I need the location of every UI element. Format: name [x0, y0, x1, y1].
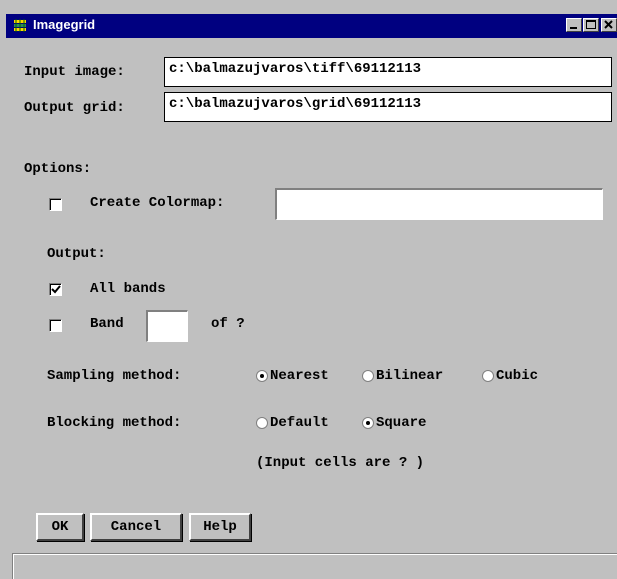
- app-icon: [14, 19, 26, 32]
- radio-square[interactable]: [362, 417, 374, 429]
- minimize-button[interactable]: [566, 18, 582, 32]
- radio-nearest[interactable]: [256, 370, 268, 382]
- maximize-button[interactable]: [583, 18, 599, 32]
- ok-button[interactable]: OK: [36, 513, 84, 541]
- create-colormap-checkbox[interactable]: [49, 198, 62, 211]
- band-label: Band: [90, 316, 124, 332]
- input-image-field[interactable]: c:\balmazujvaros\tiff\69112113: [164, 57, 612, 87]
- imagegrid-window: Imagegrid Input image: c:\balmazujvaros\…: [0, 0, 617, 579]
- output-grid-field[interactable]: c:\balmazujvaros\grid\69112113: [164, 92, 612, 122]
- band-of-label: of ?: [211, 316, 245, 332]
- cancel-button[interactable]: Cancel: [90, 513, 182, 541]
- nearest-label: Nearest: [270, 368, 329, 384]
- status-bar: [12, 553, 617, 579]
- output-grid-label: Output grid:: [24, 100, 125, 116]
- close-button[interactable]: [601, 18, 617, 32]
- square-label: Square: [376, 415, 427, 431]
- maximize-icon: [586, 20, 596, 29]
- options-heading: Options:: [24, 161, 92, 177]
- default-label: Default: [270, 415, 329, 431]
- checkmark-icon: [51, 285, 61, 294]
- radio-default[interactable]: [256, 417, 268, 429]
- cubic-label: Cubic: [496, 368, 539, 384]
- bilinear-label: Bilinear: [376, 368, 444, 384]
- all-bands-checkbox[interactable]: [49, 283, 62, 296]
- help-button[interactable]: Help: [189, 513, 251, 541]
- band-checkbox[interactable]: [49, 319, 62, 332]
- radio-cubic[interactable]: [482, 370, 494, 382]
- window-title: Imagegrid: [33, 17, 96, 32]
- band-number-field[interactable]: [146, 310, 188, 342]
- blocking-method-label: Blocking method:: [47, 415, 182, 431]
- minimize-icon: [570, 27, 577, 29]
- radio-bilinear[interactable]: [362, 370, 374, 382]
- title-bar[interactable]: Imagegrid: [6, 14, 617, 38]
- close-icon: [604, 20, 613, 29]
- create-colormap-label: Create Colormap:: [90, 195, 225, 211]
- sampling-method-label: Sampling method:: [47, 368, 182, 384]
- input-cells-note: (Input cells are ? ): [256, 455, 425, 471]
- input-image-label: Input image:: [24, 64, 125, 80]
- colormap-field[interactable]: [275, 188, 603, 220]
- output-heading: Output:: [47, 246, 106, 262]
- all-bands-label: All bands: [90, 281, 166, 297]
